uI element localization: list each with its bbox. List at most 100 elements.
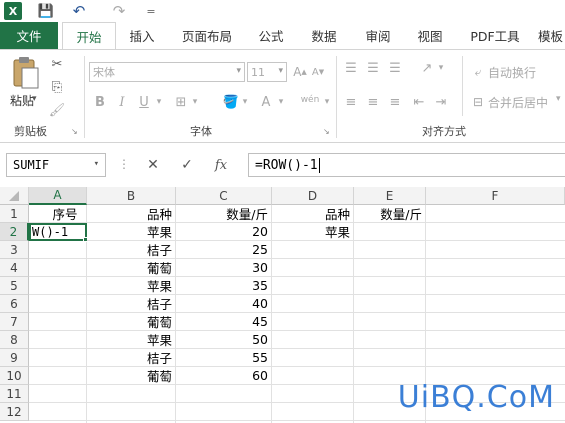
row-header-10[interactable]: 10 [0,367,29,385]
paste-label[interactable]: 粘贴 [10,92,34,109]
cut-icon[interactable]: ✂ [48,54,66,74]
cell-c6[interactable]: 40 [176,295,272,313]
align-middle-icon[interactable]: ☰ [364,58,382,78]
cell-b4[interactable]: 葡萄 [87,259,176,277]
clipboard-launcher-icon[interactable]: ↘ [71,127,78,136]
cell-c3[interactable]: 25 [176,241,272,259]
merge-dropdown-icon[interactable]: ▾ [556,94,561,104]
font-name-dropdown[interactable]: 宋体 ▾ [89,62,245,82]
column-header-b[interactable]: B [87,187,176,205]
column-header-d[interactable]: D [272,187,354,205]
row-header-4[interactable]: 4 [0,259,29,277]
align-top-icon[interactable]: ☰ [342,58,360,78]
cell-b7[interactable]: 葡萄 [87,313,176,331]
underline-button[interactable]: U [136,92,152,112]
row-header-11[interactable]: 11 [0,385,29,403]
save-icon[interactable]: 💾 [36,2,56,20]
merge-center-icon[interactable]: ⊟ [470,92,486,112]
tab-templates[interactable]: 模板 [538,22,565,49]
decrease-indent-icon[interactable]: ⇤ [410,92,428,112]
column-header-f[interactable]: F [426,187,565,205]
decrease-font-icon[interactable]: A ▼ [310,62,326,82]
orientation-dropdown-icon[interactable]: ▾ [436,58,446,78]
phonetic-dropdown-icon[interactable]: ▾ [322,92,332,112]
cell-d1[interactable]: 品种 [272,205,354,223]
tab-review[interactable]: 审阅 [358,22,398,49]
cell-c10[interactable]: 60 [176,367,272,385]
font-color-dropdown-icon[interactable]: ▾ [276,92,286,112]
cell-c5[interactable]: 35 [176,277,272,295]
tab-file[interactable]: 文件 [0,22,58,49]
cell-a1[interactable]: 序号 [29,205,87,223]
column-header-a[interactable]: A [29,187,87,205]
cell-c9[interactable]: 55 [176,349,272,367]
font-color-button[interactable]: A [258,92,274,112]
align-left-icon[interactable]: ≡ [342,92,360,112]
cell-b1[interactable]: 品种 [87,205,176,223]
row-header-12[interactable]: 12 [0,403,29,421]
wrap-text-icon[interactable]: ⤶ [470,62,486,82]
enter-icon[interactable]: ✓ [170,157,204,173]
redo-icon[interactable]: ↷ [108,2,130,20]
formula-input[interactable]: =ROW()-1 [248,153,565,177]
row-header-7[interactable]: 7 [0,313,29,331]
font-size-dropdown[interactable]: 11 ▾ [247,62,287,82]
tab-formulas[interactable]: 公式 [252,22,290,49]
name-box[interactable]: SUMIF ▾ [6,153,106,177]
insert-function-icon[interactable]: fx [204,158,238,173]
orientation-icon[interactable]: ↗ [416,58,438,78]
row-header-2[interactable]: 2 [0,223,29,241]
cell-d2[interactable]: 苹果 [272,223,354,241]
phonetic-guide-icon[interactable]: wén [298,90,322,110]
fill-color-icon[interactable]: 🪣 [222,92,240,112]
row-header-8[interactable]: 8 [0,331,29,349]
borders-icon[interactable]: ⊞ [172,92,190,112]
tab-page-layout[interactable]: 页面布局 [176,22,238,49]
row-header-9[interactable]: 9 [0,349,29,367]
tab-data[interactable]: 数据 [304,22,344,49]
cell-b9[interactable]: 桔子 [87,349,176,367]
cell-c2[interactable]: 20 [176,223,272,241]
merge-center-button[interactable]: 合并后居中 [488,94,548,111]
row-header-5[interactable]: 5 [0,277,29,295]
cell-c8[interactable]: 50 [176,331,272,349]
row-header-1[interactable]: 1 [0,205,29,223]
cell-a2[interactable]: W()-1 [29,223,87,241]
cell-c4[interactable]: 30 [176,259,272,277]
tab-insert[interactable]: 插入 [122,22,162,49]
column-header-c[interactable]: C [176,187,272,205]
select-all-corner[interactable] [0,187,29,205]
cell-c7[interactable]: 45 [176,313,272,331]
paste-icon[interactable] [10,56,40,90]
cell-b2[interactable]: 苹果 [87,223,176,241]
tab-pdf-tools[interactable]: PDF工具 [464,22,526,49]
cell-b8[interactable]: 苹果 [87,331,176,349]
italic-button[interactable]: I [114,92,130,112]
align-right-icon[interactable]: ≡ [386,92,404,112]
wrap-text-button[interactable]: 自动换行 [488,64,536,81]
undo-icon[interactable]: ↶ [68,2,90,20]
tab-view[interactable]: 视图 [410,22,450,49]
column-header-e[interactable]: E [354,187,426,205]
paste-dropdown-icon[interactable]: ▾ [32,94,37,104]
cell-b10[interactable]: 葡萄 [87,367,176,385]
cell-e1[interactable]: 数量/斤 [354,205,426,223]
tab-home[interactable]: 开始 [62,22,116,50]
cell-b6[interactable]: 桔子 [87,295,176,313]
name-box-dropdown-icon[interactable]: ▾ [94,159,99,169]
format-painter-icon[interactable]: 🖌 [48,100,66,120]
underline-dropdown-icon[interactable]: ▾ [154,92,164,112]
bold-button[interactable]: B [92,92,108,112]
borders-dropdown-icon[interactable]: ▾ [190,92,200,112]
align-center-icon[interactable]: ≡ [364,92,382,112]
increase-indent-icon[interactable]: ⇥ [432,92,450,112]
align-bottom-icon[interactable]: ☰ [386,58,404,78]
row-header-3[interactable]: 3 [0,241,29,259]
cancel-icon[interactable]: ✕ [136,157,170,173]
increase-font-icon[interactable]: A ▲ [292,62,308,82]
copy-icon[interactable]: ⎘ [48,77,66,97]
cell-c1[interactable]: 数量/斤 [176,205,272,223]
fill-color-dropdown-icon[interactable]: ▾ [240,92,250,112]
font-launcher-icon[interactable]: ↘ [323,127,330,136]
customize-quick-access-icon[interactable]: = [144,2,158,20]
